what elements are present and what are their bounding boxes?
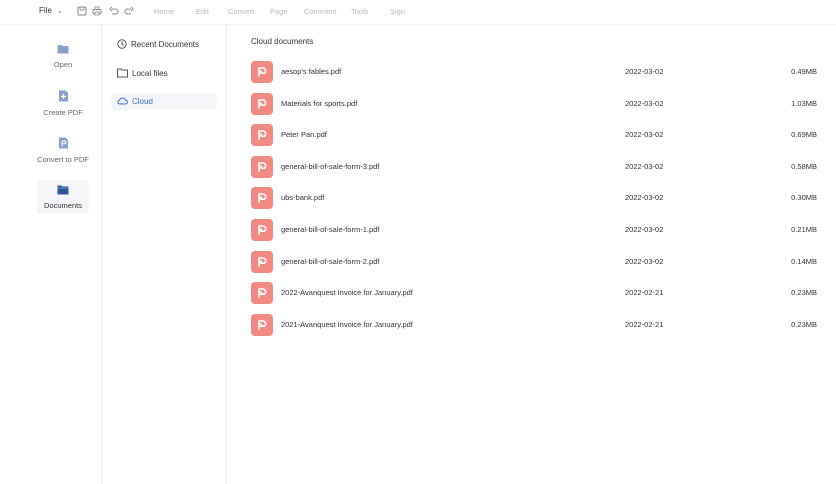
rail-item-create-pdf[interactable]: Create PDF bbox=[37, 86, 89, 120]
file-date: 2022-03-02 bbox=[625, 67, 664, 76]
file-row[interactable]: general-bill-of-sale-form-3.pdf 2022-03-0… bbox=[251, 155, 817, 179]
file-menu[interactable]: File ⌄ bbox=[39, 6, 63, 15]
file-row[interactable]: Materials for sports.pdf 2022-03-02 1.03MB bbox=[251, 92, 817, 116]
file-name: aesop's fables.pdf bbox=[281, 67, 342, 76]
menu-page[interactable]: Page bbox=[270, 7, 288, 16]
top-toolbar: File ⌄ Home Edit Convert Page Comment To… bbox=[0, 0, 836, 24]
file-name: general-bill-of-sale-form-3.pdf bbox=[281, 161, 380, 171]
rail-item-label: Convert to PDF bbox=[37, 154, 89, 164]
rail-item-documents[interactable]: Documents bbox=[37, 180, 89, 214]
file-date: 2022-03-02 bbox=[625, 161, 664, 171]
file-name: 2021-Avanquest Invoice for January.pdf bbox=[281, 319, 413, 329]
chevron-down-icon: ⌄ bbox=[56, 7, 63, 15]
pdf-file-icon bbox=[251, 155, 273, 178]
file-size: 0.23MB bbox=[791, 319, 817, 329]
file-name: general-bill-of-sale-form-2.pdf bbox=[281, 256, 380, 266]
subnav-item-local-files[interactable]: Local files bbox=[111, 65, 217, 82]
file-name: general-bill-of-sale-form-1.pdf bbox=[281, 225, 380, 234]
create-pdf-icon bbox=[58, 90, 69, 104]
left-rail: Open Create PDF Convert to PDF Documents bbox=[0, 25, 102, 484]
documents-icon bbox=[57, 184, 69, 197]
file-row[interactable]: 2021-Avanquest Invoice for January.pdf 20… bbox=[251, 313, 817, 337]
save-icon[interactable] bbox=[76, 5, 87, 16]
rail-item-convert-to-pdf[interactable]: Convert to PDF bbox=[37, 133, 89, 167]
file-row[interactable]: ubs-bank.pdf 2022-03-02 0.30MB bbox=[251, 186, 817, 210]
menu-home[interactable]: Home bbox=[154, 7, 174, 16]
file-name: 2022-Avanquest Invoice for January.pdf bbox=[281, 288, 413, 298]
file-date: 2022-03-02 bbox=[625, 98, 664, 108]
file-size: 0.69MB bbox=[791, 130, 817, 140]
pdf-file-icon bbox=[251, 282, 273, 305]
subnav-item-cloud[interactable]: Cloud bbox=[111, 93, 217, 110]
convert-pdf-icon bbox=[58, 137, 69, 151]
file-row[interactable]: general-bill-of-sale-form-1.pdf 2022-03-0… bbox=[251, 218, 817, 242]
file-size: 0.21MB bbox=[791, 225, 817, 234]
clock-icon bbox=[117, 38, 127, 51]
rail-item-label: Create PDF bbox=[43, 107, 83, 117]
pdf-file-icon bbox=[251, 250, 273, 273]
file-date: 2022-03-02 bbox=[625, 256, 664, 266]
cloud-icon bbox=[117, 96, 128, 107]
file-size: 1.03MB bbox=[791, 98, 817, 108]
pdf-file-icon bbox=[251, 124, 273, 147]
subnav-item-label: Local files bbox=[132, 69, 168, 78]
menu-comment[interactable]: Comment bbox=[304, 7, 337, 16]
print-icon[interactable] bbox=[91, 5, 102, 16]
file-name: Materials for sports.pdf bbox=[281, 98, 358, 108]
file-row[interactable]: Peter Pan.pdf 2022-03-02 0.69MB bbox=[251, 123, 817, 147]
file-row[interactable]: 2022-Avanquest Invoice for January.pdf 20… bbox=[251, 281, 817, 305]
file-size: 0.49MB bbox=[791, 67, 817, 76]
redo-icon[interactable] bbox=[123, 5, 134, 16]
subnav-item-label: Recent Documents bbox=[131, 40, 200, 49]
rail-item-label: Documents bbox=[44, 201, 82, 210]
subnav-item-recent-documents[interactable]: Recent Documents bbox=[111, 36, 217, 53]
file-size: 0.23MB bbox=[791, 288, 817, 298]
menu-sign[interactable]: Sign bbox=[390, 7, 405, 16]
pdf-file-icon bbox=[251, 61, 273, 83]
file-date: 2022-02-21 bbox=[625, 319, 664, 329]
undo-icon[interactable] bbox=[108, 5, 119, 16]
file-date: 2022-03-02 bbox=[625, 130, 664, 140]
file-date: 2022-02-21 bbox=[625, 288, 664, 298]
cloud-documents-panel: Cloud documents aesop's fables.pdf 2022-0… bbox=[228, 25, 836, 484]
documents-subnav: Recent Documents Local files Cloud bbox=[103, 25, 227, 484]
folder-icon bbox=[57, 43, 69, 56]
rail-item-open[interactable]: Open bbox=[37, 39, 89, 73]
file-date: 2022-03-02 bbox=[625, 225, 664, 234]
file-size: 0.30MB bbox=[791, 193, 817, 203]
menu-convert[interactable]: Convert bbox=[228, 7, 254, 16]
file-name: Peter Pan.pdf bbox=[281, 130, 327, 140]
menu-edit[interactable]: Edit bbox=[196, 7, 209, 16]
file-name: ubs-bank.pdf bbox=[281, 193, 325, 203]
file-row[interactable]: aesop's fables.pdf 2022-03-02 0.49MB bbox=[251, 60, 817, 84]
menu-tools[interactable]: Tools bbox=[351, 7, 369, 16]
file-size: 0.14MB bbox=[791, 256, 817, 266]
pdf-file-icon bbox=[251, 313, 273, 336]
file-row[interactable]: general-bill-of-sale-form-2.pdf 2022-03-0… bbox=[251, 250, 817, 274]
file-date: 2022-03-02 bbox=[625, 193, 664, 203]
pdf-file-icon bbox=[251, 187, 273, 210]
file-size: 0.58MB bbox=[791, 161, 817, 171]
folder-outline-icon bbox=[117, 68, 128, 80]
subnav-item-label: Cloud bbox=[132, 97, 153, 106]
pdf-file-icon bbox=[251, 92, 273, 115]
pdf-file-icon bbox=[251, 219, 273, 241]
file-menu-label: File bbox=[39, 6, 52, 15]
rail-item-label: Open bbox=[53, 60, 73, 69]
section-title: Cloud documents bbox=[251, 37, 314, 46]
